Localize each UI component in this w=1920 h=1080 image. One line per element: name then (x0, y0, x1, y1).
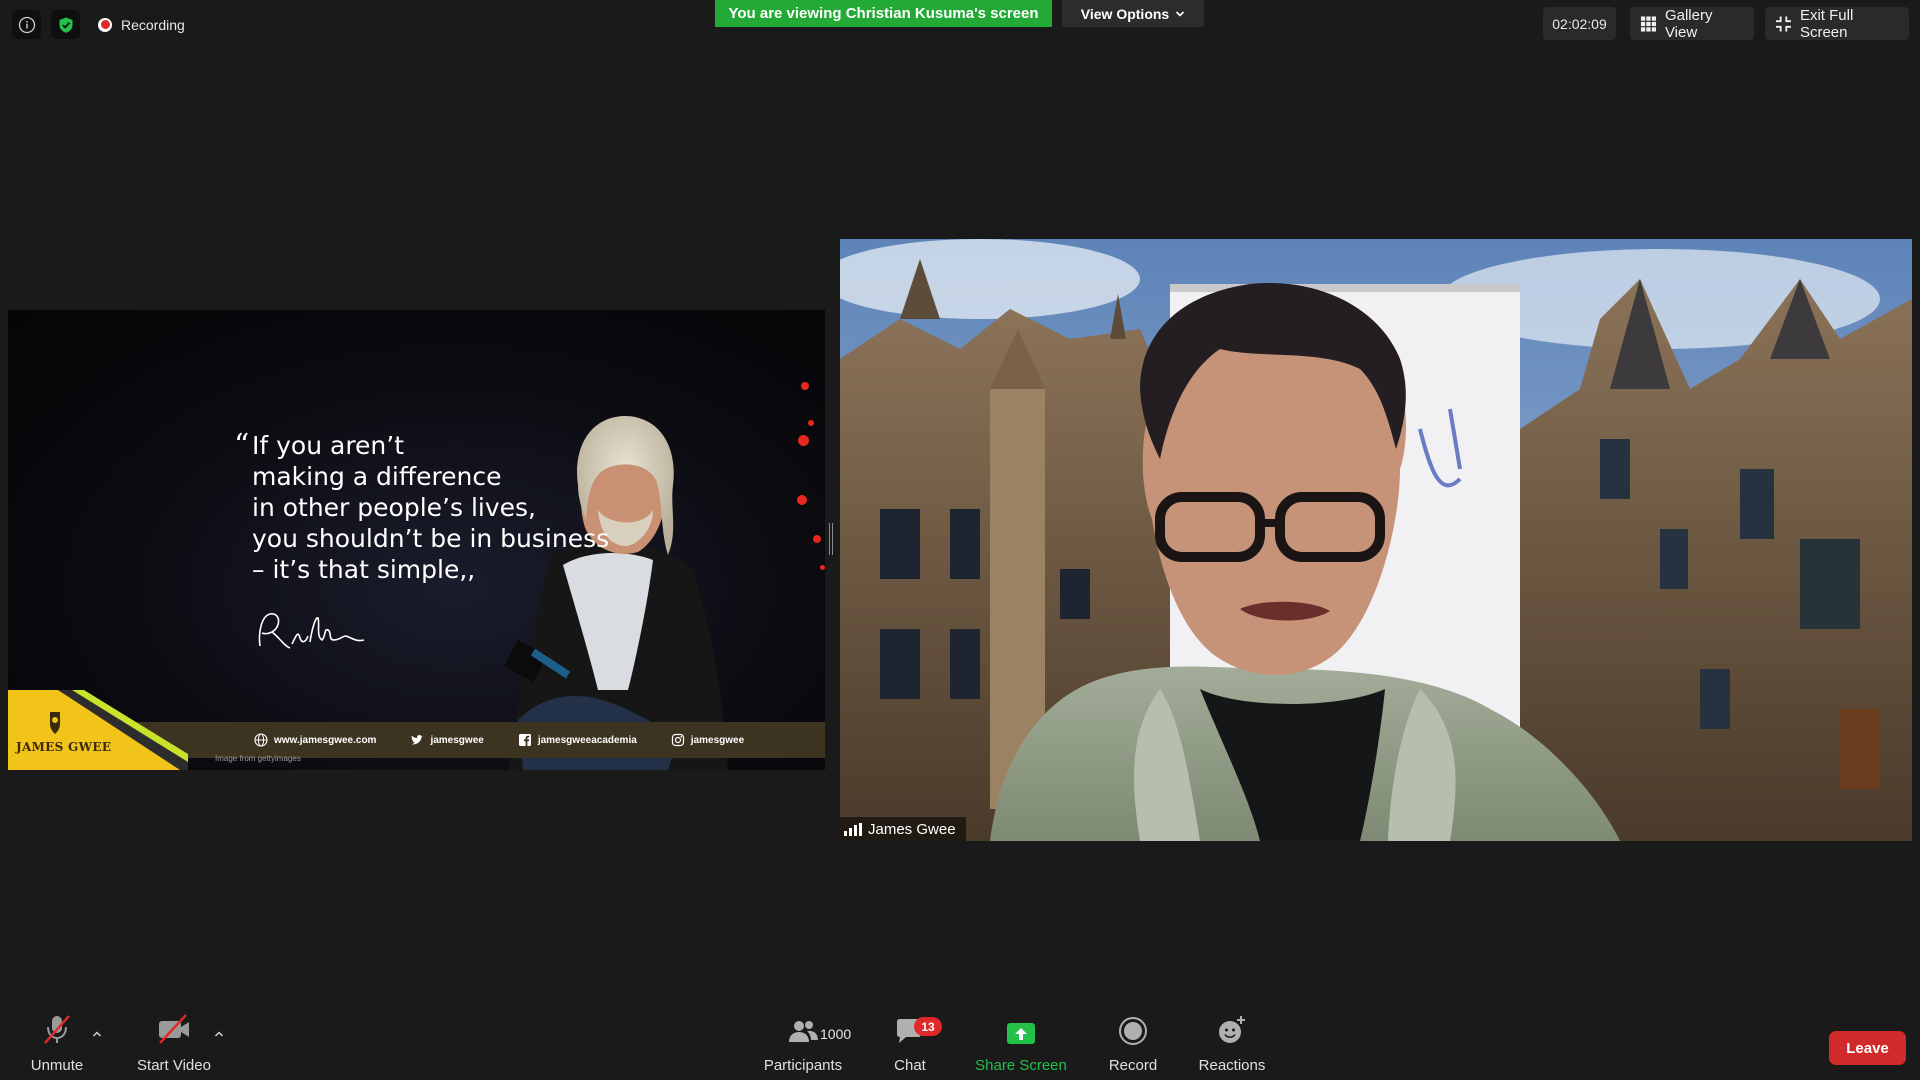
info-icon (18, 16, 35, 33)
participants-button[interactable]: Participants (756, 1010, 850, 1080)
website-text: www.jamesgwee.com (274, 734, 377, 746)
audio-options-caret[interactable] (90, 1027, 104, 1041)
handwritten-signature (258, 613, 365, 649)
grid-icon (1640, 15, 1657, 32)
social-links: www.jamesgwee.com jamesgwee jamesgweeaca… (254, 722, 744, 758)
exit-full-screen-button[interactable]: Exit Full Screen (1765, 6, 1909, 41)
exit-fullscreen-icon (1775, 15, 1792, 32)
recording-dot-icon (98, 17, 112, 32)
screen-share-banner: You are viewing Christian Kusuma's scree… (715, 0, 1052, 27)
facebook-text: jamesgweeacademia (537, 734, 637, 746)
leave-label: Leave (1846, 1039, 1889, 1057)
encryption-button[interactable] (51, 10, 80, 39)
meeting-status-bar: Recording (12, 10, 195, 39)
exit-full-screen-label: Exit Full Screen (1799, 6, 1854, 41)
meeting-controls-toolbar (0, 1010, 1920, 1080)
view-options-label: View Options (1080, 5, 1170, 22)
chevron-down-icon (1176, 10, 1185, 17)
instagram-link: jamesgwee (671, 733, 744, 747)
record-icon (1119, 1017, 1147, 1045)
share-screen-button[interactable]: Share Screen (970, 1010, 1072, 1080)
gallery-view-label: Gallery View (1664, 6, 1713, 41)
chevron-up-icon (92, 1031, 102, 1037)
brand-name: JAMES GWEE (16, 740, 112, 754)
quote-text: If you aren’t making a difference in oth… (252, 430, 609, 585)
unread-chat-badge: 13 (914, 1017, 942, 1036)
twitter-icon (411, 735, 424, 745)
video-options-caret[interactable] (212, 1027, 226, 1041)
quote-line: making a difference (252, 462, 502, 491)
shield-check-icon (59, 17, 72, 33)
shared-screen-content[interactable]: “ If you aren’t making a difference in o… (8, 310, 825, 770)
globe-icon (254, 733, 268, 747)
participants-icon (789, 1021, 818, 1042)
record-button[interactable]: Record (1100, 1010, 1166, 1080)
recording-indicator[interactable]: Recording (90, 10, 195, 39)
leave-meeting-button[interactable]: Leave (1829, 1031, 1906, 1065)
video-feed: SIS (840, 239, 1912, 841)
quote-line: If you aren’t (252, 431, 405, 460)
chevron-up-icon (214, 1031, 224, 1037)
participant-name-tag: James Gwee (840, 817, 966, 841)
quote-line: – it’s that simple,, (252, 555, 476, 584)
microphone-muted-icon (44, 1015, 70, 1044)
zoom-meeting-window: Recording You are viewing Christian Kusu… (0, 0, 1920, 1080)
unmute-button[interactable]: Unmute (20, 1010, 94, 1080)
unmute-label: Unmute (30, 1057, 84, 1074)
twitter-link: jamesgwee (410, 733, 484, 747)
brand-logo-block (8, 690, 188, 770)
connection-signal-icon (844, 822, 862, 836)
meeting-info-button[interactable] (12, 10, 41, 39)
reactions-label: Reactions (1198, 1057, 1266, 1074)
website-link: www.jamesgwee.com (254, 733, 376, 747)
image-credit: Image from gettyimages (215, 754, 301, 763)
quote-line: you shouldn’t be in business (252, 524, 610, 553)
facebook-link: jamesgweeacademia (518, 733, 637, 747)
twitter-text: jamesgwee (430, 734, 484, 746)
facebook-icon (518, 734, 531, 746)
record-label: Record (1108, 1057, 1158, 1074)
chat-label: Chat (894, 1057, 926, 1074)
participants-label: Participants (763, 1057, 843, 1074)
speaker-video-tile[interactable]: SIS (840, 239, 1912, 841)
start-video-label: Start Video (137, 1057, 211, 1074)
start-video-button[interactable]: Start Video (128, 1010, 220, 1080)
instagram-text: jamesgwee (690, 734, 745, 746)
participants-count: 1000 (820, 1026, 852, 1042)
split-view-handle[interactable] (829, 523, 833, 555)
reactions-button[interactable]: Reactions (1196, 1010, 1268, 1080)
emoji-reaction-icon (1219, 1016, 1245, 1043)
instagram-icon (671, 733, 684, 747)
quote-open-mark: “ (234, 428, 250, 463)
quote-line: in other people’s lives, (252, 493, 536, 522)
share-screen-label: Share Screen (975, 1057, 1067, 1074)
timer-value: 02:02:09 (1552, 15, 1607, 32)
chat-badge-count: 13 (921, 1019, 935, 1034)
recording-label: Recording (121, 16, 185, 33)
meeting-timer: 02:02:09 (1543, 7, 1616, 40)
viewing-screen-text: You are viewing Christian Kusuma's scree… (728, 5, 1039, 22)
participant-name: James Gwee (868, 820, 956, 838)
view-options-button[interactable]: View Options (1062, 0, 1204, 27)
video-camera-off-icon (159, 1014, 189, 1044)
gallery-view-button[interactable]: Gallery View (1630, 6, 1754, 41)
share-screen-arrow-icon (1007, 1023, 1035, 1044)
